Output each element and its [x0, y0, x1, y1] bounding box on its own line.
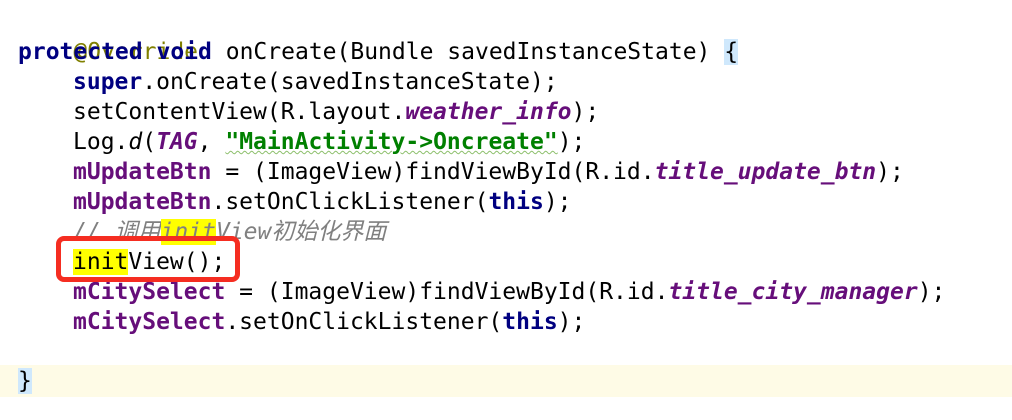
set-listener-call: .setOnClickListener( [225, 309, 503, 335]
code-line-11[interactable]: mCitySelect.setOnClickListener(this); [18, 307, 585, 337]
code-line-4[interactable]: setContentView(R.layout.weather_info); [18, 97, 599, 127]
statement-end: ); [917, 279, 946, 305]
log-message-string: "MainActivity->Oncreate" [225, 129, 558, 155]
statement-end: ); [571, 99, 600, 125]
matched-open-brace: { [724, 39, 739, 65]
statement-end: ); [557, 309, 586, 335]
id-title-update-btn: title_update_btn [654, 159, 877, 185]
matched-close-brace: } [18, 368, 32, 394]
layout-weather-info: weather_info [405, 99, 572, 125]
red-callout-box [56, 236, 240, 282]
find-view-call: = (ImageView)findViewById(R.id. [225, 279, 669, 305]
keyword-protected: protected [18, 39, 143, 65]
log-d-method: d [128, 129, 143, 155]
code-line-2[interactable]: protected void onCreate(Bundle savedInst… [18, 37, 739, 67]
statement-end: ); [543, 189, 572, 215]
id-title-city-manager: title_city_manager [668, 279, 918, 305]
open-paren: ( [142, 129, 157, 155]
comment-suffix: View初始化界面 [215, 219, 387, 245]
super-call-rest: .onCreate(savedInstanceState); [142, 69, 558, 95]
arg-separator: , [197, 129, 226, 155]
code-line-7[interactable]: mUpdateBtn.setOnClickListener(this); [18, 187, 572, 217]
field-mcityselect: mCitySelect [73, 309, 226, 335]
code-line-1[interactable]: @Override [18, 7, 198, 65]
field-mupdatebtn: mUpdateBtn [73, 159, 212, 185]
method-signature: onCreate(Bundle savedInstanceState) [225, 39, 711, 65]
log-class: Log. [73, 129, 129, 155]
set-listener-call: .setOnClickListener( [211, 189, 489, 215]
statement-end: ); [876, 159, 904, 185]
keyword-this: this [488, 189, 544, 215]
keyword-super: super [73, 69, 143, 95]
code-line-3[interactable]: super.onCreate(savedInstanceState); [18, 67, 558, 97]
keyword-void: void [156, 39, 212, 65]
find-view-call: = (ImageView)findViewById(R.id. [211, 159, 655, 185]
code-line-5[interactable]: Log.d(TAG, "MainActivity->Oncreate"); [18, 127, 585, 157]
tag-constant: TAG [156, 129, 198, 155]
keyword-this: this [502, 309, 558, 335]
code-line-13[interactable]: } [18, 366, 32, 396]
statement-end: ); [557, 129, 586, 155]
field-mupdatebtn: mUpdateBtn [73, 189, 212, 215]
code-line-6[interactable]: mUpdateBtn = (ImageView)findViewById(R.i… [18, 157, 904, 187]
field-mcityselect: mCitySelect [73, 279, 226, 305]
code-editor[interactable]: @Override protected void onCreate(Bundle… [0, 0, 1012, 420]
set-content-view-call: setContentView(R.layout. [73, 99, 406, 125]
current-line-highlight [0, 365, 1012, 397]
